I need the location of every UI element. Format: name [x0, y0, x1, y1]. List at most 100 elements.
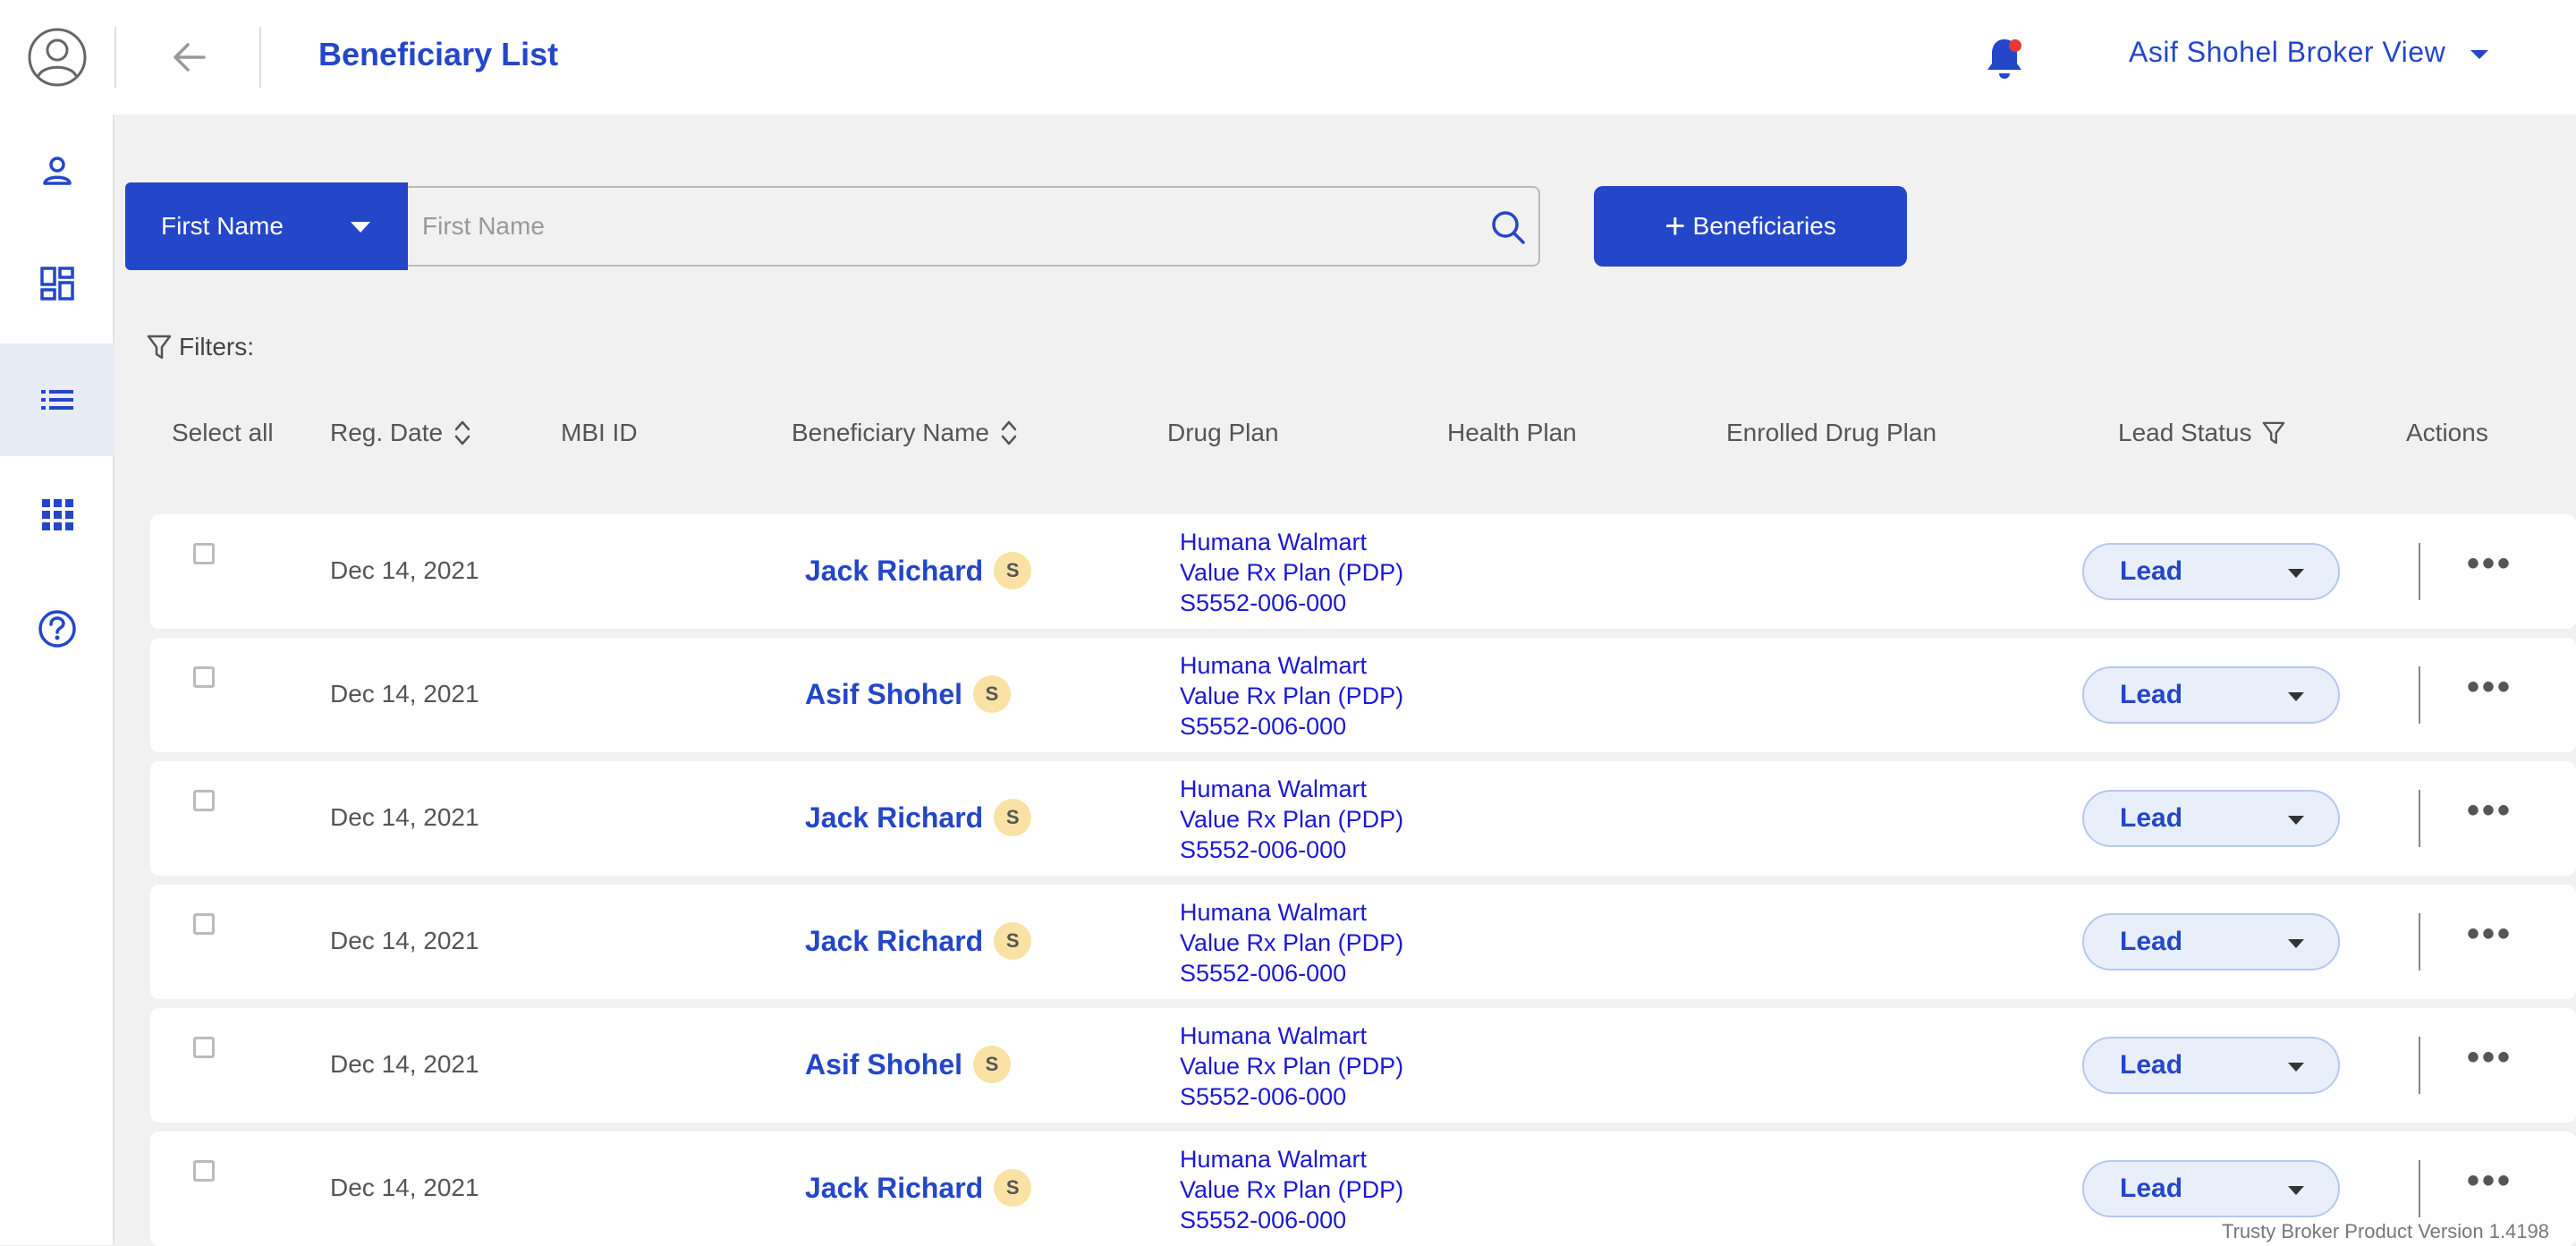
- beneficiary-name-text: Jack Richard: [805, 801, 983, 835]
- divider: [2419, 1160, 2420, 1217]
- actions-label: Actions: [2406, 419, 2488, 447]
- more-actions-icon[interactable]: •••: [2467, 1167, 2512, 1194]
- chevron-down-icon: [2470, 50, 2488, 59]
- row-checkbox[interactable]: [193, 790, 215, 811]
- table-row[interactable]: Dec 14, 2021 Jack RichardS Humana Walmar…: [150, 885, 2576, 999]
- lead-status-header[interactable]: Lead Status: [2118, 419, 2285, 447]
- search-icon[interactable]: [1490, 209, 1526, 245]
- beneficiary-name-link[interactable]: Jack RichardS: [805, 552, 1031, 589]
- search-input[interactable]: [422, 188, 1460, 265]
- caret-down-icon: [2288, 692, 2304, 701]
- search-field-label: First Name: [161, 212, 284, 241]
- reg-date-header[interactable]: Reg. Date: [330, 419, 471, 447]
- status-badge: S: [994, 552, 1031, 589]
- beneficiary-name-text: Jack Richard: [805, 1172, 983, 1205]
- more-actions-icon[interactable]: •••: [2467, 797, 2512, 824]
- drug-plan-link[interactable]: Humana WalmartValue Rx Plan (PDP)S5552-0…: [1180, 650, 1403, 742]
- row-checkbox[interactable]: [193, 543, 215, 564]
- more-actions-icon[interactable]: •••: [2467, 920, 2512, 947]
- divider: [2419, 666, 2420, 724]
- plan-line: Value Rx Plan (PDP): [1180, 928, 1403, 958]
- reg-date-cell: Dec 14, 2021: [330, 556, 479, 585]
- lead-status-dropdown[interactable]: Lead: [2082, 666, 2340, 724]
- add-beneficiaries-button[interactable]: + Beneficiaries: [1594, 186, 1907, 267]
- more-actions-icon[interactable]: •••: [2467, 1044, 2512, 1071]
- beneficiary-name-link[interactable]: Jack RichardS: [805, 799, 1031, 836]
- caret-down-icon: [2288, 1063, 2304, 1072]
- sidebar-item-apps[interactable]: [0, 458, 114, 571]
- lead-status-dropdown[interactable]: Lead: [2082, 1037, 2340, 1094]
- plan-line: S5552-006-000: [1180, 958, 1403, 988]
- beneficiary-name-link[interactable]: Asif ShohelS: [805, 1046, 1011, 1083]
- caret-down-icon: [2288, 1186, 2304, 1195]
- beneficiary-name-label: Beneficiary Name: [792, 419, 989, 447]
- table-row[interactable]: Dec 14, 2021 Jack RichardS Humana Walmar…: [150, 761, 2576, 876]
- plan-line: S5552-006-000: [1180, 588, 1403, 618]
- sidebar-item-beneficiary-list[interactable]: [0, 343, 114, 456]
- person-icon: [39, 153, 75, 189]
- beneficiary-name-link[interactable]: Jack RichardS: [805, 1169, 1031, 1207]
- select-all-header[interactable]: Select all: [172, 419, 274, 447]
- lead-status-dropdown[interactable]: Lead: [2082, 543, 2340, 600]
- beneficiary-name-text: Asif Shohel: [805, 1048, 962, 1081]
- row-checkbox[interactable]: [193, 1037, 215, 1058]
- sort-icon[interactable]: [453, 419, 471, 447]
- plan-line: Humana Walmart: [1180, 897, 1403, 928]
- user-menu-label: Asif Shohel Broker View: [2129, 36, 2445, 68]
- enrolled-drug-plan-label: Enrolled Drug Plan: [1726, 419, 1936, 447]
- table-row[interactable]: Dec 14, 2021 Jack RichardS Humana Walmar…: [150, 1132, 2576, 1246]
- divider: [114, 27, 116, 88]
- table-row[interactable]: Dec 14, 2021 Asif ShohelS Humana Walmart…: [150, 638, 2576, 752]
- drug-plan-link[interactable]: Humana WalmartValue Rx Plan (PDP)S5552-0…: [1180, 897, 1403, 988]
- plan-line: Humana Walmart: [1180, 650, 1403, 681]
- beneficiary-name-text: Asif Shohel: [805, 678, 962, 711]
- sidebar-item-dashboard[interactable]: [0, 227, 114, 340]
- row-checkbox[interactable]: [193, 913, 215, 935]
- lead-status-dropdown[interactable]: Lead: [2082, 790, 2340, 847]
- health-plan-label: Health Plan: [1447, 419, 1577, 447]
- enrolled-drug-plan-header: Enrolled Drug Plan: [1726, 419, 1936, 447]
- back-arrow-icon[interactable]: [168, 39, 209, 75]
- plan-line: S5552-006-000: [1180, 835, 1403, 865]
- divider: [2419, 543, 2420, 600]
- plan-line: Value Rx Plan (PDP): [1180, 681, 1403, 711]
- beneficiary-name-link[interactable]: Asif Shohel S: [805, 675, 1011, 713]
- lead-status-value: Lead: [2120, 1174, 2182, 1204]
- more-actions-icon[interactable]: •••: [2467, 674, 2512, 700]
- table-row[interactable]: Dec 14, 2021 Asif ShohelS Humana Walmart…: [150, 1008, 2576, 1123]
- sidebar-item-profile[interactable]: [0, 114, 114, 227]
- lead-status-dropdown[interactable]: Lead: [2082, 1160, 2340, 1217]
- row-checkbox[interactable]: [193, 666, 215, 688]
- lead-status-dropdown[interactable]: Lead: [2082, 913, 2340, 971]
- drug-plan-link[interactable]: Humana WalmartValue Rx Plan (PDP)S5552-0…: [1180, 774, 1403, 865]
- user-avatar-icon[interactable]: [27, 27, 88, 88]
- beneficiary-name-link[interactable]: Jack RichardS: [805, 922, 1031, 960]
- table-row[interactable]: Dec 14, 2021 Jack RichardS Humana Walmar…: [150, 514, 2576, 629]
- status-badge: S: [994, 922, 1031, 960]
- lead-status-label: Lead Status: [2118, 419, 2251, 447]
- plan-line: Humana Walmart: [1180, 527, 1403, 557]
- drug-plan-label: Drug Plan: [1167, 419, 1279, 447]
- plan-line: Value Rx Plan (PDP): [1180, 1051, 1403, 1081]
- plan-line: Humana Walmart: [1180, 774, 1403, 804]
- search-field-dropdown[interactable]: First Name: [125, 182, 408, 270]
- status-badge: S: [973, 675, 1011, 713]
- drug-plan-link[interactable]: Humana WalmartValue Rx Plan (PDP)S5552-0…: [1180, 1021, 1403, 1112]
- apps-grid-icon: [39, 496, 75, 532]
- drug-plan-link[interactable]: Humana WalmartValue Rx Plan (PDP)S5552-0…: [1180, 527, 1403, 618]
- lead-status-value: Lead: [2120, 803, 2182, 834]
- drug-plan-link[interactable]: Humana WalmartValue Rx Plan (PDP)S5552-0…: [1180, 1144, 1403, 1235]
- more-actions-icon[interactable]: •••: [2467, 550, 2512, 577]
- filters-label[interactable]: Filters:: [147, 333, 254, 361]
- health-plan-header: Health Plan: [1447, 419, 1577, 447]
- help-icon: [38, 609, 77, 648]
- filter-icon[interactable]: [2262, 420, 2285, 445]
- sidebar-item-help[interactable]: [0, 572, 114, 685]
- user-menu-dropdown[interactable]: Asif Shohel Broker View: [2129, 36, 2488, 69]
- lead-status-value: Lead: [2120, 927, 2182, 957]
- list-icon: [39, 382, 75, 418]
- row-checkbox[interactable]: [193, 1160, 215, 1182]
- reg-date-cell: Dec 14, 2021: [330, 1050, 479, 1079]
- beneficiary-name-header[interactable]: Beneficiary Name: [792, 419, 1018, 447]
- sort-icon[interactable]: [1000, 419, 1018, 447]
